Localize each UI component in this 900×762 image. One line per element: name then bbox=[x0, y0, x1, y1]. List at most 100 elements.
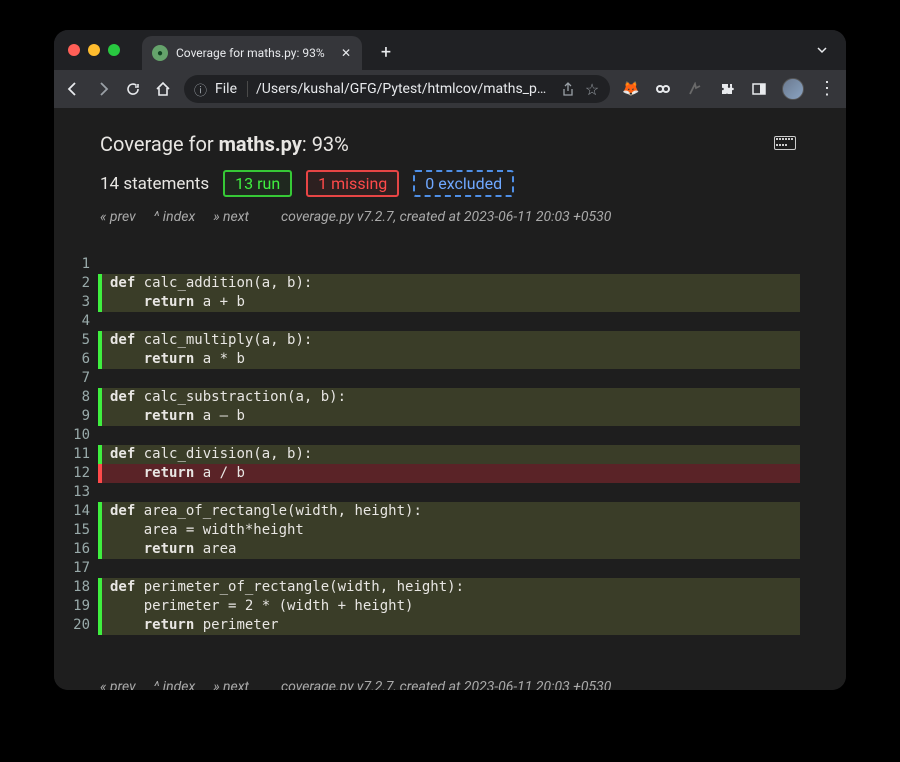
browser-menu-icon[interactable]: ⋮ bbox=[818, 85, 836, 93]
source-text: return a * b bbox=[102, 350, 800, 369]
source-line: 9 return a – b bbox=[54, 407, 846, 426]
new-tab-button[interactable]: + bbox=[372, 38, 400, 66]
coverage-meta-footer: coverage.py v7.2.7, created at 2023-06-1… bbox=[281, 679, 611, 690]
browser-toolbar: ⓘ File /Users/kushal/GFG/Pytest/htmlcov/… bbox=[54, 70, 846, 108]
index-link-footer[interactable]: ^ index bbox=[154, 679, 196, 690]
coverage-meta: coverage.py v7.2.7, created at 2023-06-1… bbox=[281, 209, 611, 225]
url-path: /Users/kushal/GFG/Pytest/htmlcov/maths_p… bbox=[256, 81, 552, 97]
line-number: 15 bbox=[54, 521, 98, 540]
index-link[interactable]: ^ index bbox=[154, 209, 196, 225]
source-line: 10 bbox=[54, 426, 846, 445]
line-number: 3 bbox=[54, 293, 98, 312]
source-text bbox=[102, 559, 800, 578]
source-text: def area_of_rectangle(width, height): bbox=[102, 502, 800, 521]
line-number: 13 bbox=[54, 483, 98, 502]
source-text: def calc_division(a, b): bbox=[102, 445, 800, 464]
source-line: 2def calc_addition(a, b): bbox=[54, 274, 846, 293]
source-text bbox=[102, 426, 800, 445]
source-line: 19 perimeter = 2 * (width + height) bbox=[54, 597, 846, 616]
extension-icon-2[interactable] bbox=[654, 80, 672, 98]
source-text bbox=[102, 369, 800, 388]
excluded-badge[interactable]: 0 excluded bbox=[413, 170, 514, 197]
next-link-footer[interactable]: » next bbox=[213, 679, 249, 690]
source-line: 3 return a + b bbox=[54, 293, 846, 312]
source-line: 6 return a * b bbox=[54, 350, 846, 369]
source-text: return a – b bbox=[102, 407, 800, 426]
fullscreen-window-icon[interactable] bbox=[108, 44, 120, 56]
missing-badge[interactable]: 1 missing bbox=[306, 170, 399, 197]
page-content: Coverage for maths.py: 93% 14 statements… bbox=[54, 108, 846, 690]
source-line: 1 bbox=[54, 255, 846, 274]
prev-link-footer[interactable]: « prev bbox=[100, 679, 136, 690]
run-badge[interactable]: 13 run bbox=[223, 170, 292, 197]
next-link[interactable]: » next bbox=[213, 209, 249, 225]
statements-count: 14 statements bbox=[100, 174, 209, 194]
line-number: 4 bbox=[54, 312, 98, 331]
title-filename: maths.py bbox=[219, 132, 302, 156]
keyboard-shortcuts-icon[interactable] bbox=[774, 136, 796, 150]
source-text: return area bbox=[102, 540, 800, 559]
profile-avatar[interactable] bbox=[782, 78, 804, 100]
reload-button[interactable] bbox=[124, 80, 142, 98]
extensions-puzzle-icon[interactable] bbox=[718, 80, 736, 98]
extension-icon-3[interactable] bbox=[686, 80, 704, 98]
address-bar[interactable]: ⓘ File /Users/kushal/GFG/Pytest/htmlcov/… bbox=[184, 75, 610, 103]
line-number: 2 bbox=[54, 274, 98, 293]
side-panel-icon[interactable] bbox=[750, 80, 768, 98]
nav-row: « prev ^ index » next coverage.py v7.2.7… bbox=[100, 209, 800, 225]
forward-button[interactable] bbox=[94, 80, 112, 98]
tab-bar: ● Coverage for maths.py: 93% ✕ + bbox=[54, 30, 846, 70]
home-button[interactable] bbox=[154, 80, 172, 98]
line-number: 10 bbox=[54, 426, 98, 445]
source-line: 18def perimeter_of_rectangle(width, heig… bbox=[54, 578, 846, 597]
source-line: 4 bbox=[54, 312, 846, 331]
line-number: 7 bbox=[54, 369, 98, 388]
prev-link[interactable]: « prev bbox=[100, 209, 136, 225]
source-line: 5def calc_multiply(a, b): bbox=[54, 331, 846, 350]
source-line: 16 return area bbox=[54, 540, 846, 559]
bookmark-icon[interactable]: ☆ bbox=[584, 81, 600, 97]
extension-icon-1[interactable]: 🦊 bbox=[622, 80, 640, 98]
source-line: 17 bbox=[54, 559, 846, 578]
source-text: def calc_multiply(a, b): bbox=[102, 331, 800, 350]
window-controls bbox=[68, 44, 120, 56]
source-line: 8def calc_substraction(a, b): bbox=[54, 388, 846, 407]
line-number: 11 bbox=[54, 445, 98, 464]
tab-overflow-icon[interactable] bbox=[810, 38, 834, 62]
url-scheme: File bbox=[215, 81, 248, 97]
favicon-icon: ● bbox=[152, 45, 168, 61]
source-listing: 12def calc_addition(a, b):3 return a + b… bbox=[54, 239, 846, 643]
source-line: 20 return perimeter bbox=[54, 616, 846, 635]
close-window-icon[interactable] bbox=[68, 44, 80, 56]
source-text bbox=[102, 255, 800, 274]
line-number: 9 bbox=[54, 407, 98, 426]
line-number: 20 bbox=[54, 616, 98, 635]
line-number: 16 bbox=[54, 540, 98, 559]
line-number: 19 bbox=[54, 597, 98, 616]
footer-nav: « prev ^ index » next coverage.py v7.2.7… bbox=[54, 655, 846, 690]
line-number: 17 bbox=[54, 559, 98, 578]
source-line: 12 return a / b bbox=[54, 464, 846, 483]
line-number: 1 bbox=[54, 255, 98, 274]
source-text: def calc_substraction(a, b): bbox=[102, 388, 800, 407]
line-number: 5 bbox=[54, 331, 98, 350]
minimize-window-icon[interactable] bbox=[88, 44, 100, 56]
source-text: def calc_addition(a, b): bbox=[102, 274, 800, 293]
extension-icons: 🦊 ⋮ bbox=[622, 78, 836, 100]
close-tab-icon[interactable]: ✕ bbox=[338, 45, 354, 61]
line-number: 18 bbox=[54, 578, 98, 597]
browser-tab[interactable]: ● Coverage for maths.py: 93% ✕ bbox=[142, 36, 362, 70]
site-info-icon[interactable]: ⓘ bbox=[194, 80, 207, 99]
source-line: 14def area_of_rectangle(width, height): bbox=[54, 502, 846, 521]
back-button[interactable] bbox=[64, 80, 82, 98]
source-text: def perimeter_of_rectangle(width, height… bbox=[102, 578, 800, 597]
source-text: perimeter = 2 * (width + height) bbox=[102, 597, 800, 616]
page-title: Coverage for maths.py: 93% bbox=[100, 132, 800, 156]
source-text: return perimeter bbox=[102, 616, 800, 635]
source-text bbox=[102, 312, 800, 331]
share-icon[interactable] bbox=[560, 81, 576, 97]
line-number: 14 bbox=[54, 502, 98, 521]
source-line: 7 bbox=[54, 369, 846, 388]
source-text bbox=[102, 483, 800, 502]
source-line: 15 area = width*height bbox=[54, 521, 846, 540]
